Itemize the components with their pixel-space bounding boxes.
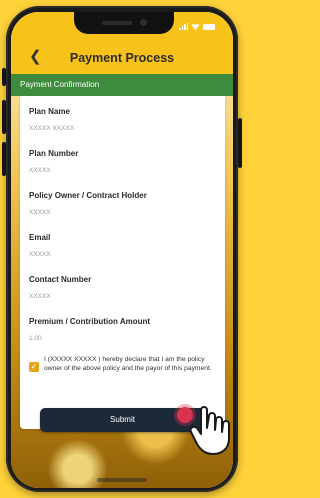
plan-name-label: Plan Name (29, 107, 70, 116)
plan-name-value: XXXXX XXXXX (29, 125, 75, 132)
notch (74, 12, 174, 34)
speaker-grille (102, 21, 132, 25)
status-icons (179, 23, 215, 30)
email-value: XXXXX (29, 251, 51, 258)
tap-hand-icon (189, 406, 230, 455)
contact-number-value: XXXXX (29, 293, 51, 300)
policy-owner-label: Policy Owner / Contract Holder (29, 191, 147, 200)
battery-icon (203, 23, 215, 30)
app-header: ❮ Payment Process (11, 42, 233, 74)
premium-amount-label: Premium / Contribution Amount (29, 317, 151, 326)
plan-number-value: XXXXX (29, 167, 51, 174)
front-camera (140, 19, 147, 26)
contact-number-label: Contact Number (29, 275, 92, 284)
premium-amount-value: 1.00 (29, 335, 42, 342)
payment-details-card: Plan Name XXXXX XXXXX Plan Number XXXXX … (20, 96, 225, 429)
phone-volume-down (2, 142, 6, 176)
phone-volume-up (2, 100, 6, 134)
phone-power-button (238, 118, 242, 168)
home-indicator[interactable] (97, 478, 147, 482)
signal-icon (179, 23, 188, 30)
back-arrow-icon[interactable]: ❮ (29, 49, 45, 65)
plan-number-label: Plan Number (29, 149, 79, 158)
declaration-checkbox[interactable]: ✓ (29, 362, 39, 372)
declaration-text: I (XXXXX XXXXX ) hereby declare that I a… (44, 356, 212, 372)
wifi-icon (191, 24, 200, 30)
section-title: Payment Confirmation (11, 74, 233, 96)
checkmark-icon: ✓ (30, 362, 38, 371)
email-label: Email (29, 233, 51, 242)
policy-owner-value: XXXXX (29, 209, 51, 216)
phone-screen: ❮ Payment Process Payment Confirmation P… (11, 12, 233, 488)
phone-mute-switch (2, 68, 6, 86)
declaration: ✓ I (XXXXX XXXXX ) hereby declare that I… (29, 356, 224, 390)
status-bar (11, 12, 233, 42)
